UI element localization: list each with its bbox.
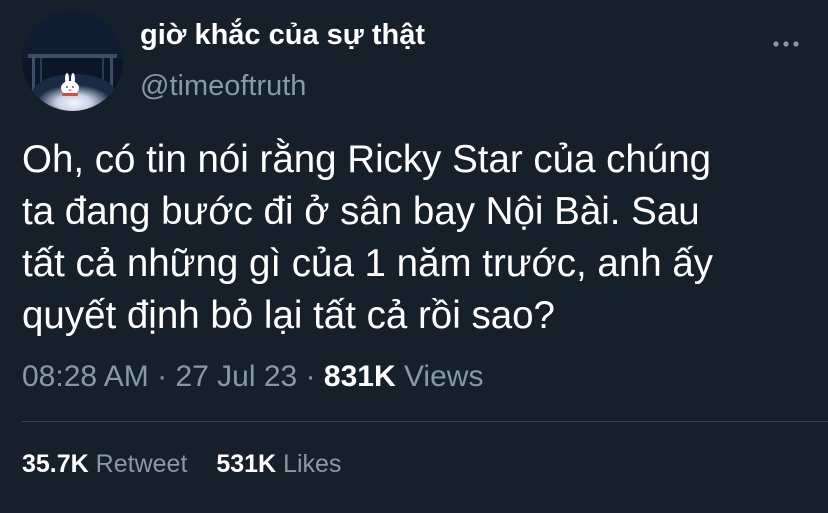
engagement-stats: 35.7K Retweet 531K Likes xyxy=(22,450,341,479)
display-name[interactable]: giờ khắc của sự thật xyxy=(140,19,425,52)
views-count: 831K xyxy=(323,360,396,393)
likes-count: 531K xyxy=(216,450,277,478)
tweet-time[interactable]: 08:28 AM xyxy=(22,360,149,393)
user-handle[interactable]: @timeoftruth xyxy=(140,70,306,103)
sleeping-bunny-avatar-icon xyxy=(22,10,123,111)
divider xyxy=(22,421,828,422)
meta-separator: · xyxy=(157,360,168,393)
meta-separator: · xyxy=(305,360,316,393)
likes-label: Likes xyxy=(283,450,342,478)
tweet-card: giờ khắc của sự thật @timeoftruth Oh, có… xyxy=(0,0,828,513)
avatar[interactable] xyxy=(22,10,123,111)
retweets-count: 35.7K xyxy=(22,450,89,478)
tweet-text: Oh, có tin nói rằng Ricky Star của chúng… xyxy=(22,138,714,337)
likes-stat[interactable]: 531K Likes xyxy=(216,450,341,479)
more-horizontal-icon[interactable] xyxy=(772,38,800,50)
tweet-meta: 08:28 AM · 27 Jul 23 · 831K Views xyxy=(22,360,483,394)
retweets-label: Retweet xyxy=(95,450,188,478)
views-label: Views xyxy=(403,360,484,393)
retweets-stat[interactable]: 35.7K Retweet xyxy=(22,450,187,479)
tweet-date[interactable]: 27 Jul 23 xyxy=(175,360,297,393)
